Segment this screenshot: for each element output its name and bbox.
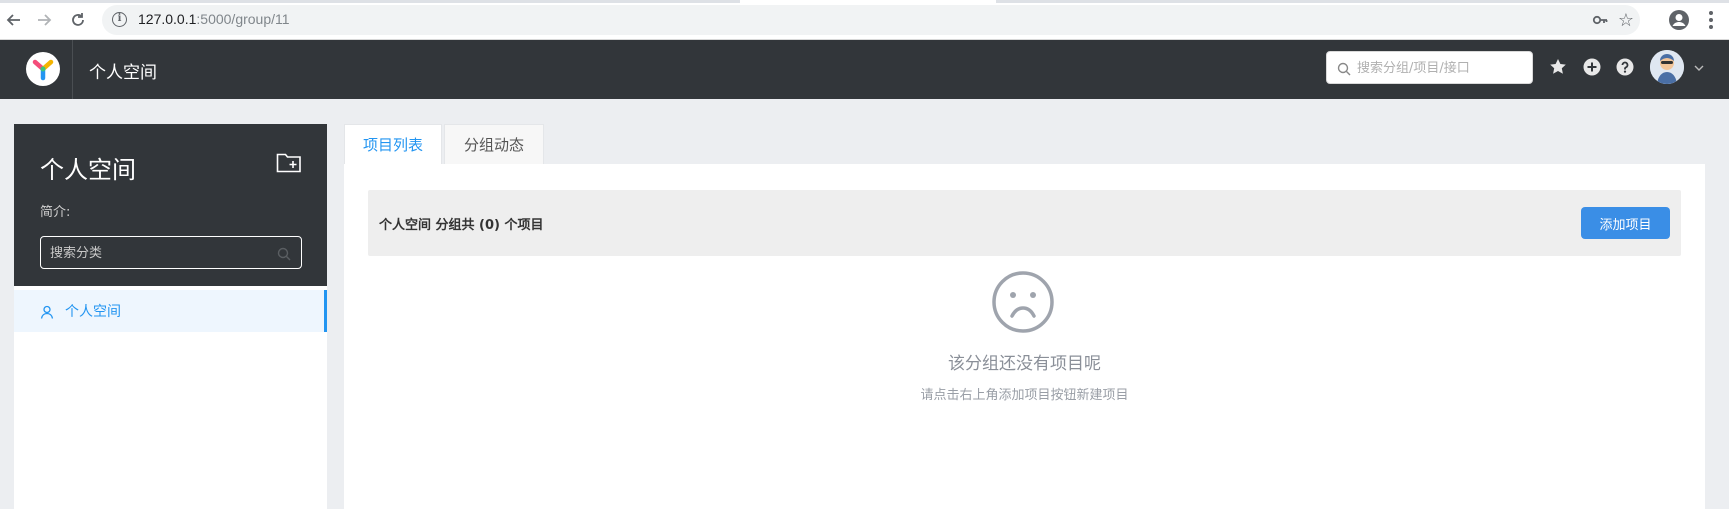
tab-strip xyxy=(0,0,1729,3)
add-project-button[interactable]: 添加项目 xyxy=(1581,207,1670,239)
empty-state-title: 该分组还没有项目呢 xyxy=(948,354,1101,374)
project-list-panel: 个人空间 分组共 (0) 个项目 添加项目 该分组还没有项目呢 请点击右上角添加… xyxy=(344,164,1705,509)
bookmark-star-icon[interactable]: ☆ xyxy=(1618,10,1634,31)
header-divider xyxy=(72,40,73,99)
url-path: :5000/group/11 xyxy=(196,11,290,27)
site-info-icon[interactable]: i xyxy=(112,12,127,27)
search-icon xyxy=(1337,61,1351,76)
group-title: 个人空间 xyxy=(40,156,136,184)
browser-menu-icon[interactable] xyxy=(1706,9,1716,31)
yapi-logo[interactable] xyxy=(26,52,60,86)
folder-add-icon[interactable] xyxy=(276,151,302,173)
forward-icon[interactable] xyxy=(32,8,56,32)
star-icon[interactable] xyxy=(1548,57,1568,77)
group-list: 个人空间 xyxy=(14,286,327,509)
reload-icon[interactable] xyxy=(66,8,90,32)
project-count-text: 个人空间 分组共 (0) 个项目 xyxy=(379,218,544,233)
group-sidebar-header: 个人空间 简介: xyxy=(14,124,327,286)
search-icon xyxy=(277,246,291,261)
back-icon[interactable] xyxy=(2,8,26,32)
user-icon xyxy=(40,304,54,319)
url-text[interactable]: 127.0.0.1:5000/group/11 xyxy=(138,11,290,27)
browser-toolbar: i 127.0.0.1:5000/group/11 ☆ xyxy=(0,0,1729,40)
category-search[interactable] xyxy=(40,236,302,269)
chevron-down-icon[interactable] xyxy=(1692,60,1706,74)
app-header: 个人空间 xyxy=(0,40,1729,99)
tab-project-list[interactable]: 项目列表 xyxy=(344,124,442,164)
url-host: 127.0.0.1 xyxy=(138,11,197,27)
category-search-input[interactable] xyxy=(50,243,270,263)
sad-face-icon xyxy=(991,270,1055,334)
avatar[interactable] xyxy=(1650,50,1684,84)
global-search-input[interactable] xyxy=(1357,58,1527,78)
group-description-label: 简介: xyxy=(40,205,71,220)
help-icon[interactable] xyxy=(1615,57,1635,77)
plus-circle-icon[interactable] xyxy=(1582,57,1602,77)
tab-group-activity[interactable]: 分组动态 xyxy=(444,124,544,164)
global-search[interactable] xyxy=(1326,51,1533,84)
active-tab-indicator xyxy=(740,0,996,3)
header-title[interactable]: 个人空间 xyxy=(89,58,157,83)
sidebar-item-label: 个人空间 xyxy=(65,304,121,320)
address-bar[interactable]: i 127.0.0.1:5000/group/11 ☆ xyxy=(102,5,1640,35)
profile-icon[interactable] xyxy=(1668,9,1690,31)
sidebar-item-personal-space[interactable]: 个人空间 xyxy=(14,290,327,332)
key-icon[interactable] xyxy=(1592,12,1608,28)
project-summary-bar: 个人空间 分组共 (0) 个项目 添加项目 xyxy=(368,190,1681,256)
empty-state-hint: 请点击右上角添加项目按钮新建项目 xyxy=(920,388,1129,403)
